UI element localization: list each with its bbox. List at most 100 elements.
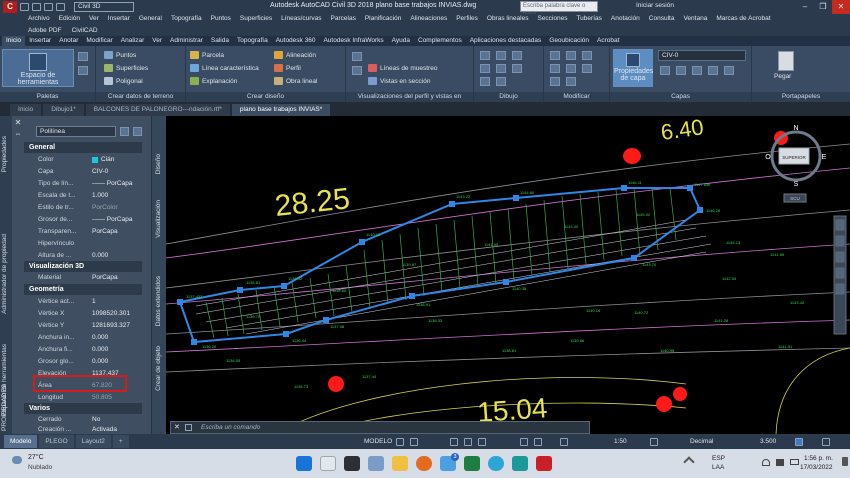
settings-icon[interactable]: [185, 424, 192, 431]
notifications-icon[interactable]: [842, 457, 848, 466]
panel-title[interactable]: Paletas: [0, 92, 95, 102]
lineweight-icon[interactable]: [520, 438, 528, 446]
clock-time[interactable]: 1:56 p. m.: [804, 455, 833, 462]
paste-button[interactable]: Pegar: [774, 73, 791, 80]
save-icon[interactable]: [44, 3, 53, 11]
offset-icon[interactable]: [566, 77, 576, 86]
prop-row[interactable]: Transparen... PorCapa: [24, 226, 142, 238]
prop-row[interactable]: Creación ... Activada: [24, 424, 142, 434]
ribbon-tab[interactable]: Anotar: [55, 36, 82, 46]
snap-icon[interactable]: [410, 438, 418, 446]
tab-layout[interactable]: PLEGO: [39, 435, 74, 448]
prop-row[interactable]: Tipo de lín... —— PorCapa: [24, 178, 142, 190]
prop-row[interactable]: Capa CIV-0: [24, 166, 142, 178]
sample-lines-button[interactable]: Líneas de muestreo: [368, 64, 437, 72]
menu-item[interactable]: Ventana: [683, 14, 707, 24]
ribbon-tab[interactable]: Analizar: [117, 36, 148, 46]
section-general[interactable]: General: [24, 142, 142, 153]
profile-view-icon[interactable]: [352, 52, 362, 61]
circle-icon[interactable]: [512, 51, 522, 60]
transparency-icon[interactable]: [534, 438, 542, 446]
ribbon-tab[interactable]: Ver: [148, 36, 166, 46]
polyline-icon[interactable]: [496, 51, 506, 60]
doc-tab[interactable]: BALCONES DE PALONEGRO---ndación.rtf*: [85, 104, 230, 116]
compass-west[interactable]: O: [765, 154, 771, 161]
ortho-icon[interactable]: [450, 438, 458, 446]
autocad-icon[interactable]: [536, 456, 552, 471]
layer-dropdown[interactable]: CIV-0: [658, 50, 746, 61]
prop-row[interactable]: Material PorCapa: [24, 272, 142, 284]
ribbon-tab[interactable]: Ayuda: [388, 36, 414, 46]
menu-item[interactable]: General: [139, 14, 162, 24]
new-icon[interactable]: [20, 3, 29, 11]
hardware-accel-icon[interactable]: [795, 438, 803, 446]
speaker-icon[interactable]: [776, 459, 784, 466]
toolspace-button[interactable]: Espacio de herramientas: [2, 49, 74, 87]
palette-tab-properties[interactable]: Propiedades: [1, 136, 8, 173]
ribbon-tab[interactable]: Administrar: [166, 36, 207, 46]
doc-tab-start[interactable]: Inicio: [10, 104, 42, 116]
ribbon-tab[interactable]: Aplicaciones destacadas: [466, 36, 546, 46]
alignment-button[interactable]: Alineación: [274, 51, 316, 59]
menu-item[interactable]: Alineaciones: [410, 14, 447, 24]
menu-item[interactable]: Edición: [59, 14, 80, 24]
section-icon[interactable]: [352, 66, 362, 75]
scale-icon[interactable]: [582, 64, 592, 73]
minimize-button[interactable]: –: [796, 0, 814, 14]
orbit-icon[interactable]: [835, 267, 845, 279]
search-input[interactable]: Escriba palabra clave o frase: [520, 1, 598, 18]
menu-item[interactable]: Consulta: [649, 14, 675, 24]
prop-row[interactable]: Vértice act... 1: [24, 296, 142, 308]
units-dropdown[interactable]: Decimal: [690, 437, 713, 447]
stretch-icon[interactable]: [582, 51, 592, 60]
ribbon-tab[interactable]: Salida: [207, 36, 233, 46]
tab-layout[interactable]: Layout2: [75, 435, 111, 448]
sign-in-link[interactable]: Iniciar sesión: [636, 2, 674, 9]
autohide-icon[interactable]: ⇔: [13, 131, 23, 141]
polar-icon[interactable]: [464, 438, 472, 446]
menu-item[interactable]: Obras lineales: [487, 14, 529, 24]
layer-freeze-icon[interactable]: [676, 66, 686, 75]
ribbon-tab[interactable]: Topografía: [233, 36, 272, 46]
annotation-scale[interactable]: 1:50: [614, 437, 627, 447]
drawing-canvas[interactable]: 1137.437 1136.81 1138.02 1140.15 1143.22 11…: [166, 116, 850, 434]
compass-north[interactable]: N: [793, 125, 798, 132]
menu-item[interactable]: Puntos: [211, 14, 231, 24]
edge-icon[interactable]: [488, 456, 504, 471]
maximize-button[interactable]: ❐: [814, 0, 832, 14]
excel-icon[interactable]: [464, 456, 480, 471]
rotate-icon[interactable]: [550, 64, 560, 73]
layer-match-icon[interactable]: [724, 66, 734, 75]
prop-row[interactable]: Anchura fi... 0.000: [24, 344, 142, 356]
customize-icon[interactable]: [822, 438, 830, 446]
open-icon[interactable]: [32, 3, 41, 11]
menu-item[interactable]: Archivo: [28, 14, 50, 24]
menu-item[interactable]: Secciones: [537, 14, 567, 24]
zoom-icon[interactable]: [835, 251, 845, 263]
compass-south[interactable]: S: [794, 181, 799, 188]
workspace-select[interactable]: Civil 3D: [74, 2, 134, 12]
trim-icon[interactable]: [550, 77, 560, 86]
undo-icon[interactable]: [56, 3, 65, 11]
weather-temp[interactable]: 27°C: [28, 454, 44, 461]
app-logo-icon[interactable]: C: [3, 1, 17, 13]
pan-icon[interactable]: [835, 235, 845, 247]
layer-lock-icon[interactable]: [692, 66, 702, 75]
parcel-button[interactable]: Parcela: [190, 51, 224, 59]
paste-icon[interactable]: [778, 51, 794, 71]
grid-icon[interactable]: [396, 438, 404, 446]
copy-icon[interactable]: [566, 51, 576, 60]
menu-item[interactable]: Topografía: [171, 14, 202, 24]
surfaces-button[interactable]: Superficies: [104, 64, 148, 72]
add-layout-button[interactable]: +: [112, 435, 129, 448]
language-indicator[interactable]: ESP: [712, 455, 725, 462]
prop-row[interactable]: Anchura in... 0.000: [24, 332, 142, 344]
layer-properties-button[interactable]: Propiedades de capa: [613, 49, 653, 87]
side-tab-extended-data[interactable]: Datos extendidos: [155, 276, 162, 326]
doc-tab-active[interactable]: plano base trabajos INVIAS*: [231, 104, 331, 116]
side-tab-object-creation[interactable]: Crear de objeto: [155, 346, 162, 391]
panel-title[interactable]: Dibujo: [474, 92, 543, 102]
file-explorer-icon[interactable]: [392, 456, 408, 471]
prop-row[interactable]: Vértice X 1098520.301: [24, 308, 142, 320]
firefox-icon[interactable]: [416, 456, 432, 471]
